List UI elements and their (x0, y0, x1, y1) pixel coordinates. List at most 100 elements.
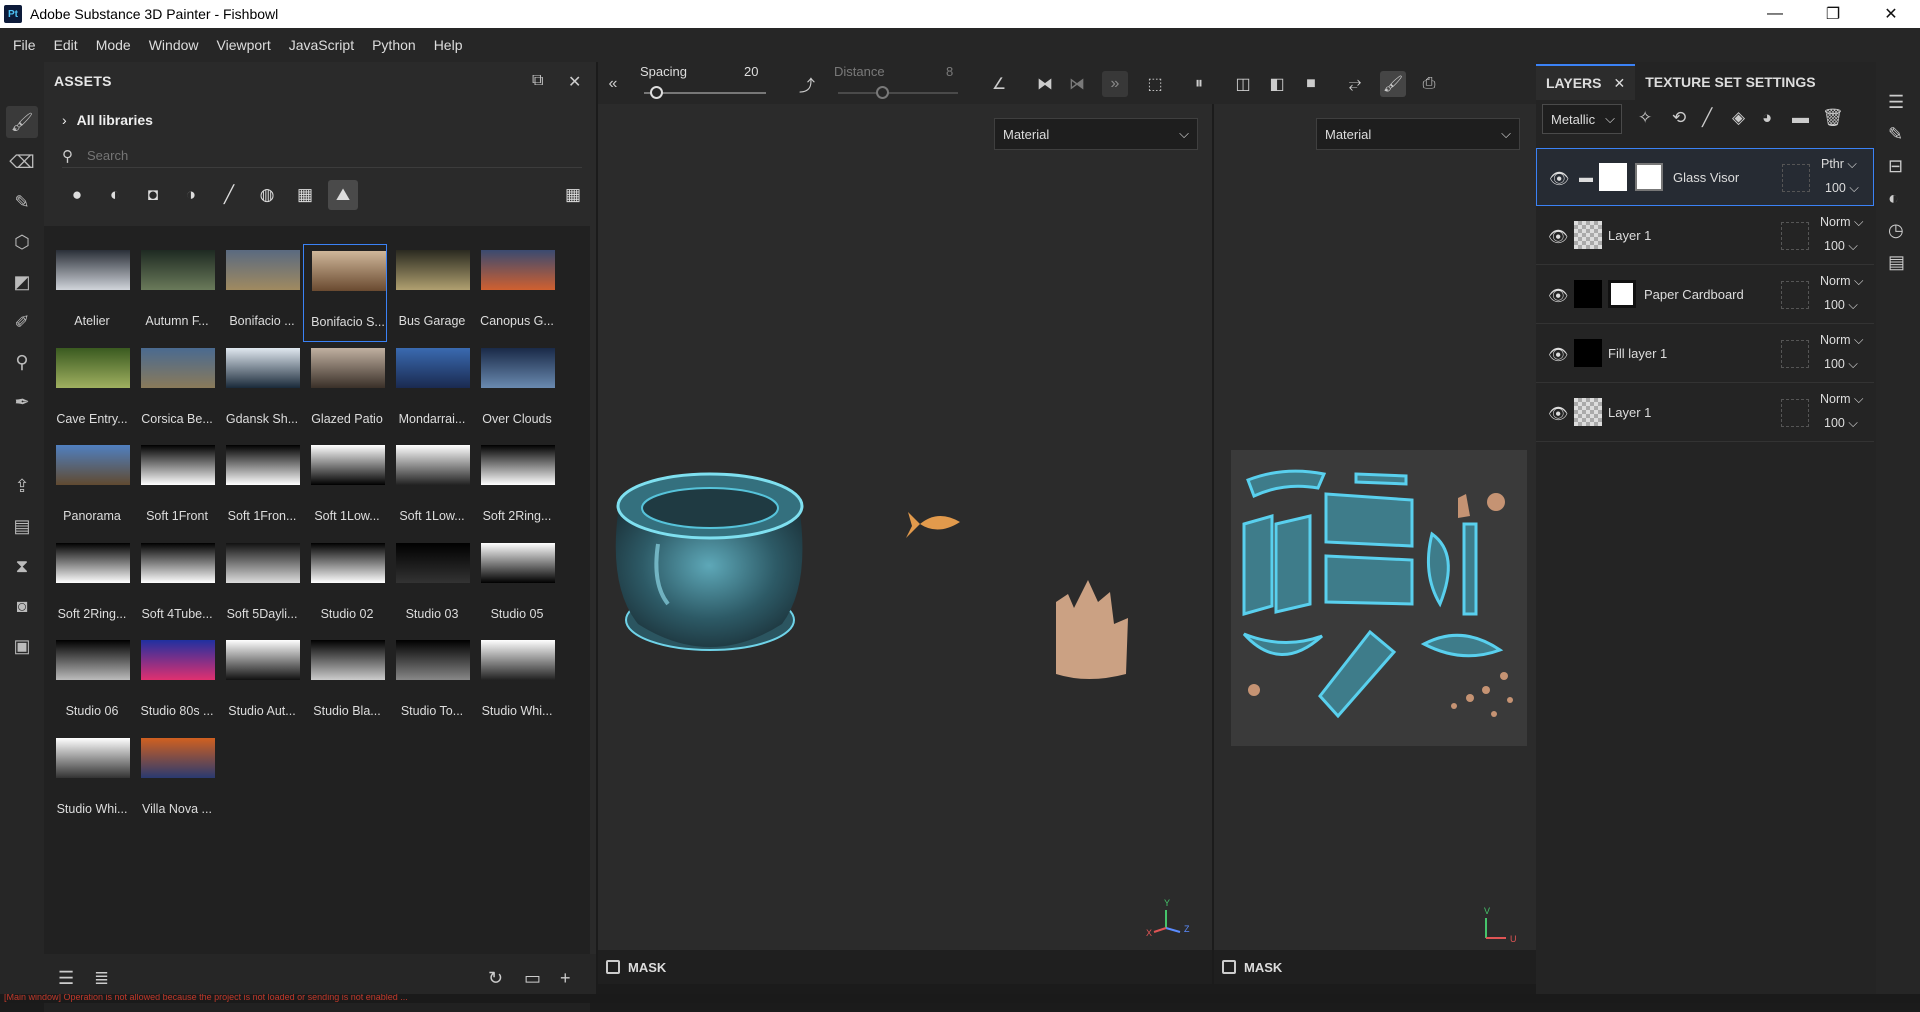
layer-name[interactable]: Fill layer 1 (1608, 346, 1667, 361)
color-picker-icon[interactable]: ✒ (6, 386, 38, 418)
layer-name[interactable]: Glass Visor (1673, 170, 1739, 185)
menu-python[interactable]: Python (363, 37, 425, 53)
spacing-value[interactable]: 20 (744, 64, 758, 79)
history-icon[interactable]: ◷ (1888, 220, 1904, 241)
blend-mode-select[interactable]: Norm ⌵ (1820, 333, 1864, 348)
menu-javascript[interactable]: JavaScript (280, 37, 363, 53)
opacity-select[interactable]: 100 ⌵ (1824, 298, 1858, 313)
log-icon[interactable]: ▤ (1888, 252, 1905, 273)
asset-thumbnail[interactable]: Studio 03 (388, 537, 472, 635)
magic-wand-icon[interactable]: ✧ (1638, 108, 1652, 128)
paint-brush-icon[interactable]: 🖌 (6, 106, 38, 138)
asset-thumbnail[interactable]: Studio To... (388, 634, 472, 732)
asset-thumbnail[interactable]: Studio 80s ... (133, 634, 217, 732)
asset-thumbnail[interactable]: Atelier (48, 244, 132, 342)
add-paint-layer-icon[interactable]: ╱ (1702, 108, 1712, 128)
menu-viewport[interactable]: Viewport (208, 37, 280, 53)
layer-mask-slot[interactable] (1782, 164, 1810, 192)
expand-icon[interactable]: » (1102, 71, 1128, 97)
opacity-select[interactable]: 100 ⌵ (1824, 357, 1858, 372)
layer-mask-slot[interactable] (1781, 281, 1809, 309)
undock-icon[interactable]: ⧉ (532, 72, 543, 90)
viewport-2d[interactable]: Material ⌵ V U MASK (1214, 104, 1536, 984)
layer-row[interactable]: 👁 Paper Cardboard Norm ⌵ 100 ⌵ (1536, 266, 1874, 324)
smudge-icon[interactable]: ✐ (6, 306, 38, 338)
menu-edit[interactable]: Edit (45, 37, 87, 53)
asset-thumbnail[interactable]: Studio 05 (473, 537, 557, 635)
add-fill-layer-icon[interactable]: ◈ (1732, 108, 1745, 128)
visibility-eye-icon[interactable]: 👁 (1548, 227, 1568, 247)
properties-dock-icon[interactable]: ✎ (1888, 124, 1903, 145)
layer-name[interactable]: Layer 1 (1608, 228, 1651, 243)
layers-dock-icon[interactable]: ☰ (1888, 92, 1904, 113)
viewport-3d[interactable]: Material ⌵ Y X Z MASK (598, 104, 1212, 984)
layer-row[interactable]: 👁 Layer 1 Norm ⌵ 100 ⌵ (1536, 384, 1874, 442)
asset-thumbnail[interactable]: Bus Garage (388, 244, 472, 342)
asset-thumbnail[interactable]: Studio Aut... (218, 634, 302, 732)
sweep-icon[interactable]: ⥂ (1342, 71, 1368, 97)
geometry-fill-icon[interactable]: ⬡ (6, 226, 38, 258)
close-tab-icon[interactable]: ✕ (1614, 75, 1626, 92)
minimize-button[interactable]: — (1746, 0, 1804, 28)
asset-thumbnail[interactable]: Autumn F... (133, 244, 217, 342)
layer-mask-thumbnail[interactable] (1635, 163, 1663, 191)
menu-help[interactable]: Help (425, 37, 472, 53)
screenshot-icon[interactable]: ⎙ (1416, 71, 1442, 97)
asset-thumbnail[interactable]: Studio 02 (303, 537, 387, 635)
asset-thumbnail[interactable]: Soft 1Front (133, 439, 217, 537)
library-tree[interactable]: › All libraries (62, 112, 153, 128)
asset-thumbnail[interactable]: Cave Entry... (48, 342, 132, 440)
asset-thumbnail[interactable]: Soft 2Ring... (48, 537, 132, 635)
display-settings-icon[interactable]: ◐ (1888, 188, 1899, 209)
layer-mask-slot[interactable] (1781, 222, 1809, 250)
asset-thumbnail[interactable]: Soft 5Dayli... (218, 537, 302, 635)
pause-icon[interactable]: ⏸ (1186, 71, 1212, 97)
paint-mode-icon[interactable]: 🖌 (1380, 71, 1406, 97)
asset-thumbnail[interactable]: Over Clouds (473, 342, 557, 440)
clone-stamp-icon[interactable]: ⚲ (6, 346, 38, 378)
close-button[interactable]: ✕ (1862, 0, 1920, 28)
library-icon[interactable]: ▣ (6, 630, 38, 662)
symmetry-icon[interactable]: ⧓ (1032, 71, 1058, 97)
environments-filter-icon[interactable]: ⛰ (328, 180, 358, 210)
asset-thumbnail[interactable]: Soft 1Low... (303, 439, 387, 537)
mask-checkbox-3d[interactable] (606, 960, 620, 974)
list-options-icon[interactable]: ≣ (94, 968, 109, 989)
asset-thumbnail[interactable]: Soft 4Tube... (133, 537, 217, 635)
channel-select[interactable]: Metallic ⌵ (1542, 104, 1622, 134)
angle-icon[interactable]: ∠ (986, 71, 1012, 97)
add-folder-icon[interactable]: ▬ (1792, 108, 1809, 128)
new-folder-icon[interactable]: ▭ (524, 968, 541, 989)
layer-row[interactable]: 👁 Layer 1 Norm ⌵ 100 ⌵ (1536, 207, 1874, 265)
layer-name[interactable]: Layer 1 (1608, 405, 1651, 420)
projection-icon[interactable]: ✎ (6, 186, 38, 218)
blend-mode-select[interactable]: Pthr ⌵ (1821, 157, 1857, 172)
visibility-eye-icon[interactable]: 👁 (1549, 169, 1569, 189)
layer-row[interactable]: 👁 Fill layer 1 Norm ⌵ 100 ⌵ (1536, 325, 1874, 383)
camera-icon[interactable]: ■ (1298, 71, 1324, 97)
filters-filter-icon[interactable]: ◑ (176, 180, 206, 210)
asset-thumbnail[interactable]: Mondarrai... (388, 342, 472, 440)
cube-view-icon[interactable]: ◧ (1264, 71, 1290, 97)
add-effect-icon[interactable]: ⟲ (1672, 108, 1686, 128)
layer-name[interactable]: Paper Cardboard (1644, 287, 1744, 302)
textures-filter-icon[interactable]: ▦ (290, 180, 320, 210)
split-view-icon[interactable]: ◫ (1230, 71, 1256, 97)
asset-thumbnail[interactable]: Studio 06 (48, 634, 132, 732)
layer-row[interactable]: 👁 ▬ Glass Visor Pthr ⌵ 100 ⌵ (1536, 148, 1874, 206)
mask-checkbox-2d[interactable] (1222, 960, 1236, 974)
asset-thumbnail[interactable]: Villa Nova ... (133, 732, 217, 830)
smart-materials-filter-icon[interactable]: ◐ (100, 180, 130, 210)
asset-thumbnail[interactable]: Bonifacio S... (303, 244, 387, 342)
particles-filter-icon[interactable]: ◍ (252, 180, 282, 210)
add-mask-icon[interactable]: ◕ (1762, 108, 1772, 128)
hourglass-icon[interactable]: ⧗ (6, 550, 38, 582)
blend-mode-select[interactable]: Norm ⌵ (1820, 392, 1864, 407)
polygon-fill-icon[interactable]: ◩ (6, 266, 38, 298)
layer-mask-slot[interactable] (1781, 399, 1809, 427)
distance-knob[interactable] (876, 86, 889, 99)
asset-thumbnail[interactable]: Bonifacio ... (218, 244, 302, 342)
asset-thumbnail[interactable]: Panorama (48, 439, 132, 537)
materials-filter-icon[interactable]: ● (62, 180, 92, 210)
layer-mask-slot[interactable] (1781, 340, 1809, 368)
